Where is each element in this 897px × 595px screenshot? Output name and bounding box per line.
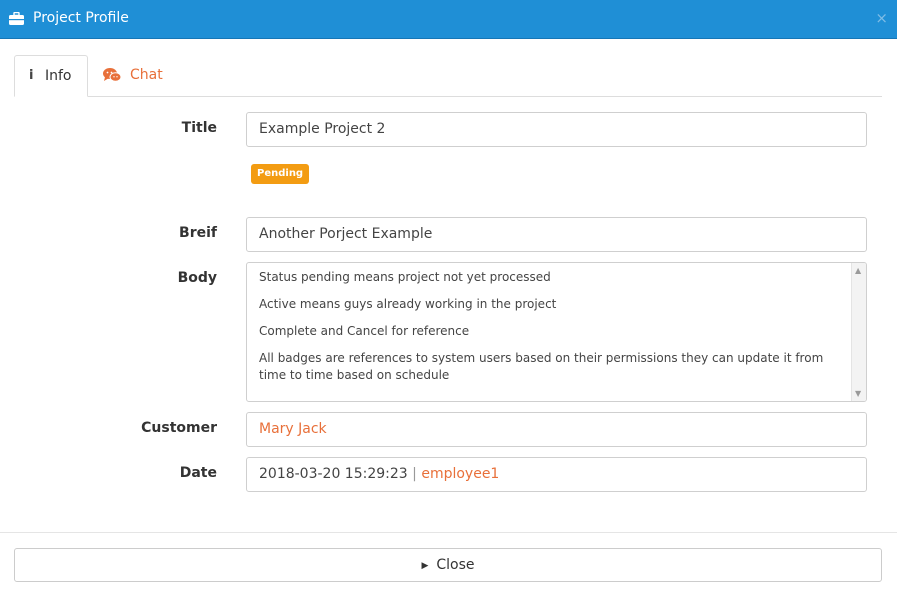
modal-header: Project Profile × <box>0 0 897 39</box>
body-paragraph: All badges are references to system user… <box>259 351 824 382</box>
tab-info-label: Info <box>45 68 72 84</box>
tab-info[interactable]: i Info <box>14 55 88 97</box>
close-button-label: Close <box>436 557 475 573</box>
scroll-down-icon[interactable]: ▼ <box>855 389 861 398</box>
info-icon: i <box>29 68 34 83</box>
body-paragraph: Complete and Cancel for reference <box>259 324 470 338</box>
caret-right-icon: ▶ <box>421 561 429 571</box>
brief-label: Breif <box>179 225 217 241</box>
close-icon[interactable]: × <box>875 9 888 27</box>
textarea-scrollbar[interactable]: ▲ ▼ <box>851 263 866 401</box>
scroll-up-icon[interactable]: ▲ <box>855 266 861 275</box>
customer-field[interactable]: Mary Jack <box>246 412 867 447</box>
tab-chat-label: Chat <box>130 67 163 83</box>
status-badge: Pending <box>251 164 310 184</box>
date-field[interactable]: 2018-03-20 15:29:23 | employee1 <box>246 457 867 492</box>
tab-bar: i Info Chat <box>14 55 882 97</box>
date-label: Date <box>179 465 217 481</box>
body-text: Status pending means project not yet pro… <box>259 269 839 394</box>
date-separator: | <box>412 466 417 482</box>
body-label: Body <box>177 270 217 286</box>
brief-field[interactable]: Another Porject Example <box>246 217 867 252</box>
footer-divider <box>0 532 897 533</box>
employee-link[interactable]: employee1 <box>421 466 499 482</box>
title-label: Title <box>181 120 217 136</box>
tab-chat[interactable]: Chat <box>103 55 183 97</box>
title-field[interactable]: Example Project 2 <box>246 112 867 147</box>
briefcase-icon <box>9 12 24 25</box>
customer-link[interactable]: Mary Jack <box>259 421 327 437</box>
body-paragraph: Status pending means project not yet pro… <box>259 270 551 284</box>
body-textarea[interactable]: Status pending means project not yet pro… <box>246 262 867 402</box>
modal-title: Project Profile <box>33 10 129 26</box>
customer-label: Customer <box>141 420 217 436</box>
close-button[interactable]: ▶ Close <box>14 548 882 582</box>
date-value: 2018-03-20 15:29:23 <box>259 466 408 482</box>
body-paragraph: Active means guys already working in the… <box>259 297 557 311</box>
chat-bubbles-icon <box>103 68 121 82</box>
